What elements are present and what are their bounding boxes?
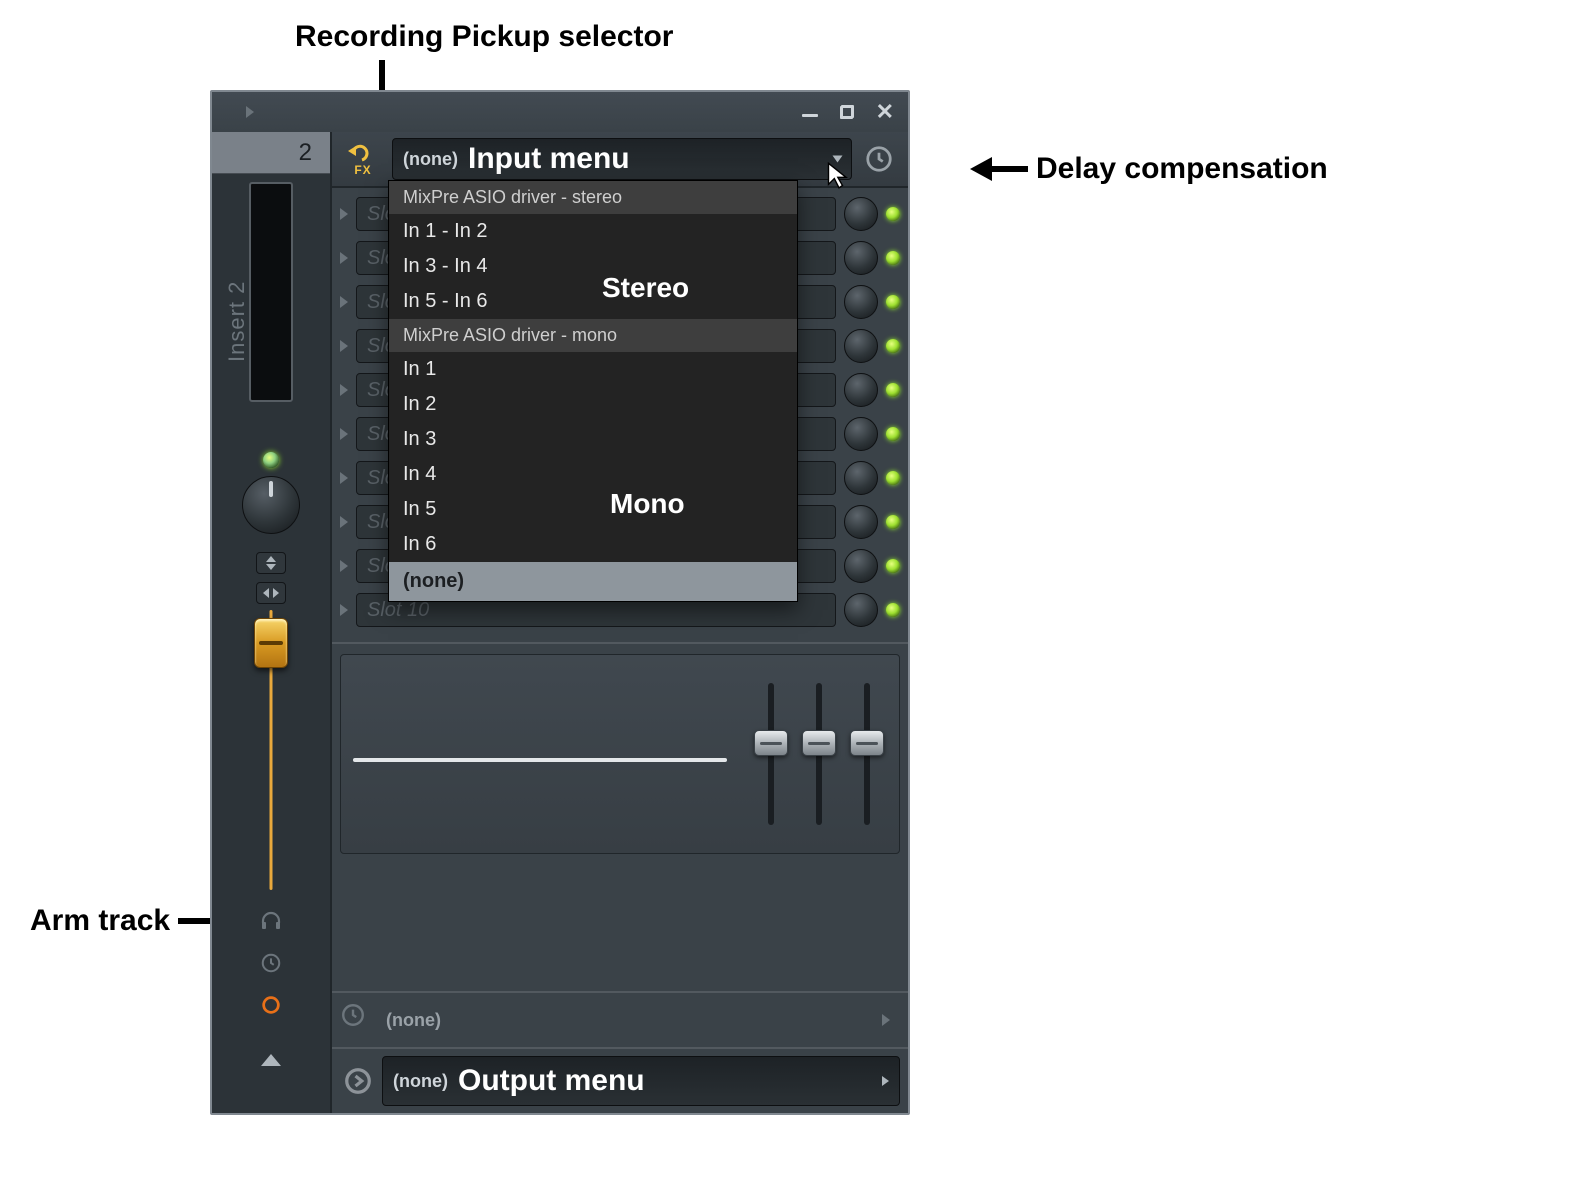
input-none-text: (none): [403, 149, 458, 170]
slot-mix-knob[interactable]: [844, 285, 878, 319]
dropdown-item-mono[interactable]: In 1: [389, 352, 797, 387]
slot-menu-icon[interactable]: [340, 560, 348, 572]
output-route-icon[interactable]: [340, 1063, 376, 1099]
slot-mix-knob[interactable]: [844, 373, 878, 407]
slot-enable-led[interactable]: [886, 471, 900, 485]
slot-menu-icon[interactable]: [340, 604, 348, 616]
dropdown-item-stereo[interactable]: In 3 - In 4: [389, 249, 797, 284]
output-menu-label: Output menu: [458, 1064, 645, 1098]
delay-compensation-button[interactable]: [858, 138, 900, 180]
slot-enable-led[interactable]: [886, 295, 900, 309]
minimize-button[interactable]: [802, 114, 818, 117]
slot-enable-led[interactable]: [886, 515, 900, 529]
options-menu-icon[interactable]: [246, 106, 254, 118]
slot-mix-knob[interactable]: [844, 593, 878, 627]
pan-knob[interactable]: [242, 476, 300, 534]
dropdown-item-mono[interactable]: In 2: [389, 387, 797, 422]
mixer-strip: 2 Insert 2: [212, 132, 332, 1113]
dropdown-item-mono[interactable]: In 5: [389, 492, 797, 527]
output-none-text: (none): [393, 1071, 448, 1092]
volume-fader[interactable]: [249, 610, 293, 890]
clock-icon: [864, 144, 894, 174]
slot-enable-led[interactable]: [886, 427, 900, 441]
send-row[interactable]: (none): [332, 991, 908, 1047]
restore-button[interactable]: [840, 105, 854, 119]
output-menu-select[interactable]: (none) Output menu: [382, 1056, 900, 1106]
slot-enable-led[interactable]: [886, 603, 900, 617]
output-row: (none) Output menu: [332, 1047, 908, 1113]
slot-menu-icon[interactable]: [340, 208, 348, 220]
slot-menu-icon[interactable]: [340, 472, 348, 484]
eq-high-slider[interactable]: [849, 673, 885, 835]
slot-mix-knob[interactable]: [844, 329, 878, 363]
cursor-icon: [825, 161, 853, 189]
eq-band-sliders: [739, 655, 899, 853]
annotation-arm-track: Arm track: [30, 904, 236, 938]
input-dropdown-menu[interactable]: MixPre ASIO driver - stereo In 1 - In 2I…: [388, 180, 798, 602]
titlebar: ✕: [212, 92, 908, 132]
eq-mid-slider[interactable]: [801, 673, 837, 835]
dropdown-header-stereo: MixPre ASIO driver - stereo: [389, 181, 797, 214]
strip-number[interactable]: 2: [212, 132, 330, 174]
recording-pickup-selector[interactable]: FX: [340, 138, 386, 180]
slot-enable-led[interactable]: [886, 383, 900, 397]
slot-menu-icon[interactable]: [340, 340, 348, 352]
slot-mix-knob[interactable]: [844, 417, 878, 451]
slot-enable-led[interactable]: [886, 339, 900, 353]
slot-mix-knob[interactable]: [844, 197, 878, 231]
arm-record-button[interactable]: [258, 992, 284, 1018]
slot-mix-knob[interactable]: [844, 461, 878, 495]
stereo-separation-button[interactable]: [256, 552, 286, 574]
slot-enable-led[interactable]: [886, 559, 900, 573]
eq-area[interactable]: [340, 654, 900, 854]
eq-graph[interactable]: [341, 655, 739, 853]
mute-led[interactable]: [263, 452, 279, 468]
slot-enable-led[interactable]: [886, 207, 900, 221]
input-menu-select[interactable]: (none) Input menu: [392, 138, 852, 180]
slot-mix-knob[interactable]: [844, 505, 878, 539]
dropdown-item-stereo[interactable]: In 5 - In 6: [389, 284, 797, 319]
slot-menu-icon[interactable]: [340, 384, 348, 396]
dock-button[interactable]: [256, 582, 286, 604]
headphone-icon[interactable]: [258, 908, 284, 934]
slot-enable-led[interactable]: [886, 251, 900, 265]
dropdown-item-none[interactable]: (none): [389, 562, 797, 601]
collapse-icon[interactable]: [258, 1048, 284, 1074]
input-menu-label: Input menu: [468, 142, 630, 176]
strip-name-label[interactable]: Insert 2: [224, 281, 250, 362]
chevron-right-icon: [882, 1076, 889, 1086]
slot-mix-knob[interactable]: [844, 549, 878, 583]
eq-low-slider[interactable]: [753, 673, 789, 835]
mixer-insert-panel: ✕ 2 Insert 2: [210, 90, 910, 1115]
dropdown-item-mono[interactable]: In 3: [389, 422, 797, 457]
chevron-right-icon: [882, 1014, 890, 1026]
slot-mix-knob[interactable]: [844, 241, 878, 275]
track-delay-icon[interactable]: [258, 950, 284, 976]
close-button[interactable]: ✕: [876, 105, 894, 119]
slot-menu-icon[interactable]: [340, 428, 348, 440]
annotation-delay-compensation: Delay compensation: [970, 152, 1328, 186]
dropdown-item-mono[interactable]: In 4: [389, 457, 797, 492]
dropdown-item-mono[interactable]: In 6: [389, 527, 797, 562]
chevron-down-icon: [833, 156, 843, 163]
annotation-pickup-selector: Recording Pickup selector: [295, 20, 673, 54]
pickup-icon: [348, 141, 378, 165]
dropdown-header-mono: MixPre ASIO driver - mono: [389, 319, 797, 352]
send-none-text: (none): [386, 1010, 441, 1031]
fx-column: FX (none) Input menu Slot 1Slot 2Slot 3S…: [332, 132, 908, 1113]
arrow-left-icon: [970, 154, 1028, 184]
fx-label: FX: [354, 163, 371, 177]
slot-menu-icon[interactable]: [340, 516, 348, 528]
slot-menu-icon[interactable]: [340, 296, 348, 308]
slot-menu-icon[interactable]: [340, 252, 348, 264]
peak-meter: [249, 182, 293, 402]
send-delay-icon[interactable]: [340, 1002, 376, 1038]
dropdown-item-stereo[interactable]: In 1 - In 2: [389, 214, 797, 249]
